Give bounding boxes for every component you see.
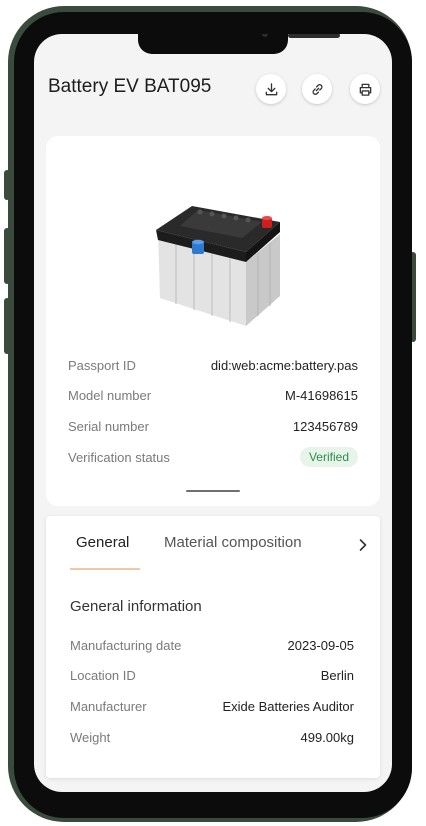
location-id-label: Location ID <box>70 668 136 683</box>
battery-image <box>156 206 280 326</box>
printer-icon <box>359 83 371 96</box>
active-tab-indicator <box>70 568 140 570</box>
weight-value: 499.00kg <box>300 730 355 745</box>
manufacturer-value: Exide Batteries Auditor <box>222 699 354 714</box>
download-button[interactable] <box>256 74 286 104</box>
manufacturing-date-value: 2023-09-05 <box>287 638 355 653</box>
notch <box>138 34 340 54</box>
link-icon <box>312 83 322 95</box>
location-id-value: Berlin <box>320 668 354 683</box>
section-title: General information <box>70 598 202 615</box>
verification-status-label: Verification status <box>68 450 170 465</box>
page-title: Battery EV BAT095 <box>48 76 212 97</box>
copy-link-button[interactable] <box>302 74 332 104</box>
verified-badge: Verified <box>299 447 358 467</box>
model-number-label: Model number <box>68 388 152 403</box>
download-icon <box>265 82 277 95</box>
serial-number-label: Serial number <box>68 419 149 434</box>
manufacturing-date-label: Manufacturing date <box>70 638 182 653</box>
phone-screen: Battery EV BAT095 Passport ID did:web:ac… <box>34 34 392 792</box>
tab-material-composition[interactable]: Material composition <box>164 534 302 551</box>
print-button[interactable] <box>350 74 380 104</box>
drag-handle[interactable] <box>186 490 240 492</box>
tab-general[interactable]: General <box>76 534 129 551</box>
manufacturer-label: Manufacturer <box>70 699 147 714</box>
details-card: General Material composition General inf… <box>46 516 380 778</box>
camera-icon <box>262 34 268 37</box>
serial-number-value: 123456789 <box>292 419 358 434</box>
passport-card: Passport ID did:web:acme:battery.pas Mod… <box>46 136 380 506</box>
passport-id-label: Passport ID <box>68 358 136 373</box>
passport-id-value: did:web:acme:battery.pas <box>210 358 358 373</box>
chevron-right-icon[interactable] <box>358 538 368 552</box>
weight-label: Weight <box>70 730 111 745</box>
speaker <box>288 34 340 38</box>
model-number-value: M-41698615 <box>285 388 358 403</box>
